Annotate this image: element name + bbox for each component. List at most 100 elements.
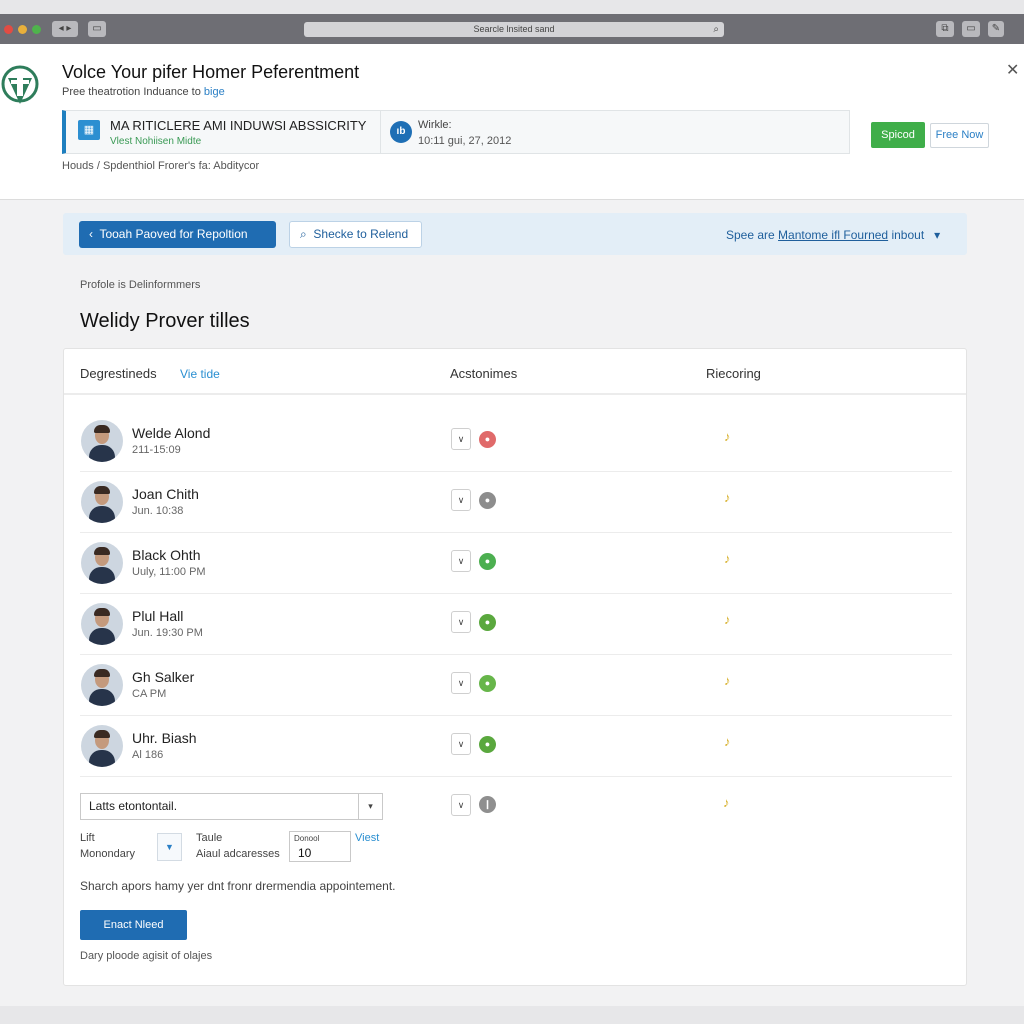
quantity-input[interactable]: Donool 10 [289, 831, 351, 862]
lift-value: Monondary [80, 848, 136, 860]
row-action-dropdown[interactable]: ∨ [451, 550, 471, 572]
recording-icon: ♪ [724, 673, 731, 688]
footnote: Dary ploode agisit of olajes [80, 950, 213, 962]
date-label: Wirkle: [418, 119, 452, 131]
share-icon[interactable]: ⧉ [936, 21, 954, 37]
search-button[interactable]: ⌕ Shecke to Relend [289, 221, 422, 248]
column-header-actions[interactable]: Acstonimes [450, 366, 517, 381]
row-action-dropdown[interactable]: ∨ [451, 489, 471, 511]
recording-icon: ♪ [723, 795, 730, 810]
provider-time: Uuly, 11:00 PM [132, 566, 206, 578]
status-icon: ❙ [479, 796, 496, 813]
provider-time: Jun. 19:30 PM [132, 627, 203, 639]
minimize-window-icon[interactable] [18, 25, 27, 34]
browser-toolbar: ◂ ▸ ▭ Searcle lnsited sand ⌕ ⧉ ▭ ✎ [0, 14, 1024, 44]
avatar [81, 542, 123, 584]
avatar-body [89, 506, 115, 523]
page-title: Volce Your pifer Homer Peferentment [62, 62, 360, 82]
provider-name[interactable]: Black Ohth [132, 547, 200, 563]
taule-value: Aiaul adcaresses [196, 848, 280, 860]
close-window-icon[interactable] [4, 25, 13, 34]
avatar [81, 603, 123, 645]
provider-name[interactable]: Uhr. Biash [132, 730, 197, 746]
provider-name[interactable]: Welde Alond [132, 425, 210, 441]
provider-name[interactable]: Plul Hall [132, 608, 183, 624]
provider-time: Al 186 [132, 749, 164, 761]
subtitle-text: Pree theatrotion Induance to [62, 86, 201, 98]
breadcrumb[interactable]: Houds / Spdenthiol Frorer's fa: Abdityco… [62, 160, 259, 172]
page-header: Volce Your pifer Homer Peferentment Pree… [0, 44, 1024, 200]
avatar-hair [94, 608, 110, 616]
row-action-dropdown[interactable]: ∨ [451, 794, 471, 816]
quantity-label: Donool [294, 834, 320, 843]
quantity-value: 10 [298, 846, 312, 860]
providers-table: Degrestineds Vie tide Acstonimes Riecori… [63, 348, 967, 986]
search-icon: ⌕ [300, 227, 307, 241]
recording-icon: ♪ [724, 734, 731, 749]
organization-info-bar: ▦ MA RITICLERE AMI INDUWSI ABSSICRITY Vl… [62, 110, 850, 154]
status-icon: ● [479, 614, 496, 631]
secondary-action-button[interactable]: Free Now [930, 123, 989, 148]
caret-down-icon: ▾ [358, 794, 382, 819]
organization-name: MA RITICLERE AMI INDUWSI ABSSICRITY [110, 118, 367, 133]
search-icon: ⌕ [713, 24, 719, 35]
maximize-window-icon[interactable] [32, 25, 41, 34]
request-button[interactable]: ‹ Tooah Paoved for Repoltion [79, 221, 276, 248]
tabs-icon[interactable]: ▭ [962, 21, 980, 37]
organization-subtitle: Vlest Nohiisen Midte [110, 136, 202, 147]
section-label: Profole is Delinformmers [80, 279, 201, 291]
table-row[interactable]: Joan Chith Jun. 10:38 ∨ ● ♪ [80, 472, 952, 533]
recording-icon: ♪ [724, 551, 731, 566]
action-toolbar: ‹ Tooah Paoved for Repoltion ⌕ Shecke to… [63, 213, 967, 255]
table-row[interactable]: Black Ohth Uuly, 11:00 PM ∨ ● ♪ [80, 533, 952, 594]
row-action-dropdown[interactable]: ∨ [451, 733, 471, 755]
provider-time: Jun. 10:38 [132, 505, 184, 517]
avatar [81, 481, 123, 523]
column-header-name[interactable]: Degrestineds [80, 366, 157, 381]
lift-label: Lift [80, 832, 95, 844]
filter-suffix: inbout [891, 228, 925, 242]
avatar-hair [94, 486, 110, 494]
column-header-recording[interactable]: Riecoring [706, 366, 761, 381]
address-bar[interactable]: Searcle lnsited sand ⌕ [304, 22, 724, 37]
divider [380, 111, 381, 153]
filter-icon-button[interactable]: ▼ [157, 833, 182, 861]
filter-dropdown[interactable]: Spee are Mantome ifl Fourned inbout ▾ [726, 228, 940, 242]
provider-name[interactable]: Joan Chith [132, 486, 199, 502]
provider-time: CA PM [132, 688, 167, 700]
recording-icon: ♪ [724, 612, 731, 627]
table-row[interactable]: Gh Salker CA PM ∨ ● ♪ [80, 655, 952, 716]
sidebar-toggle-button[interactable]: ▭ [88, 21, 106, 37]
main-content: ‹ Tooah Paoved for Repoltion ⌕ Shecke to… [0, 200, 1024, 1006]
back-forward-button[interactable]: ◂ ▸ [52, 21, 78, 37]
select-dropdown[interactable]: Latts etontontail. ▾ [80, 793, 383, 820]
avatar-hair [94, 547, 110, 555]
filter-link[interactable]: Mantome ifl Fourned [778, 228, 888, 242]
table-row[interactable]: Welde Alond 211-15:09 ∨ ● ♪ [80, 411, 952, 472]
edit-icon[interactable]: ✎ [988, 21, 1004, 37]
table-row[interactable]: Uhr. Biash Al 186 ∨ ● ♪ [80, 716, 952, 777]
table-row[interactable]: Plul Hall Jun. 19:30 PM ∨ ● ♪ [80, 594, 952, 655]
avatar-body [89, 750, 115, 767]
row-action-dropdown[interactable]: ∨ [451, 428, 471, 450]
close-icon[interactable]: ✕ [1006, 60, 1019, 80]
avatar-hair [94, 730, 110, 738]
submit-button[interactable]: Enact Nleed [80, 910, 187, 940]
provider-name[interactable]: Gh Salker [132, 669, 194, 685]
provider-time: 211-15:09 [132, 444, 181, 456]
subtitle-link[interactable]: bige [204, 86, 225, 98]
row-action-dropdown[interactable]: ∨ [451, 672, 471, 694]
page-subtitle: Pree theatrotion Induance to bige [62, 86, 225, 98]
organization-logo [1, 65, 39, 104]
row-action-dropdown[interactable]: ∨ [451, 611, 471, 633]
address-text: Searcle lnsited sand [473, 24, 555, 34]
avatar-body [89, 445, 115, 462]
request-button-label: Tooah Paoved for Repoltion [99, 227, 248, 241]
status-icon: ● [479, 675, 496, 692]
view-link[interactable]: Viest [355, 832, 379, 844]
primary-action-button[interactable]: Spicod [871, 122, 925, 148]
view-title-link[interactable]: Vie tide [180, 367, 220, 381]
building-icon: ▦ [78, 120, 100, 140]
avatar-body [89, 628, 115, 645]
chevron-left-icon: ‹ [89, 227, 93, 241]
